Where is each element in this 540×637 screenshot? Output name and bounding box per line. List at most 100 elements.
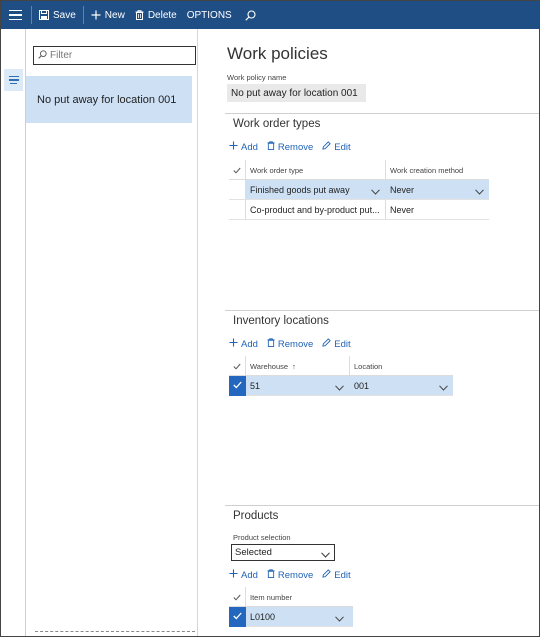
grid-header: Warehouse ↑ Location — [229, 356, 453, 376]
product-selection-dropdown[interactable]: Selected — [231, 544, 335, 561]
hamburger-menu-icon[interactable] — [1, 1, 29, 29]
toolbar-divider — [82, 6, 84, 24]
add-label: Add — [241, 141, 258, 153]
table-row[interactable]: 51 001 — [229, 376, 453, 396]
pencil-icon — [322, 569, 332, 581]
warehouse-cell[interactable]: 51 — [246, 376, 350, 395]
add-button[interactable]: Add — [229, 569, 258, 581]
edit-label: Edit — [334, 338, 351, 350]
edit-button[interactable]: Edit — [322, 338, 351, 350]
chevron-down-icon — [321, 550, 330, 561]
options-label: OPTIONS — [186, 9, 232, 21]
options-button[interactable]: OPTIONS — [182, 1, 237, 29]
page-title: Work policies — [227, 44, 328, 63]
work-creation-method-cell[interactable]: Never — [386, 200, 489, 219]
column-header-warehouse[interactable]: Warehouse ↑ — [246, 356, 350, 376]
toolbar-divider — [31, 6, 32, 24]
section-title[interactable]: Inventory locations — [233, 315, 329, 327]
select-all-checkmark-icon[interactable] — [229, 160, 246, 180]
list-item[interactable]: No put away for location 001 — [26, 76, 192, 123]
save-icon — [39, 10, 49, 20]
location-cell[interactable]: 001 — [350, 376, 453, 395]
warehouse-value: 51 — [250, 380, 261, 391]
chevron-down-icon[interactable] — [475, 187, 484, 197]
chevron-down-icon[interactable] — [335, 614, 344, 624]
pencil-icon — [322, 338, 332, 350]
item-number-cell[interactable]: L0100 — [246, 607, 349, 626]
plus-icon — [229, 338, 238, 350]
save-label: Save — [53, 9, 76, 21]
item-number-value: L0100 — [250, 611, 276, 622]
product-selection-label: Product selection — [233, 533, 291, 542]
add-label: Add — [241, 569, 258, 581]
work-order-type-cell[interactable]: Co-product and by-product put... — [246, 200, 386, 219]
section-title[interactable]: Products — [233, 510, 278, 522]
filter-placeholder: Filter — [50, 50, 73, 61]
trash-icon — [267, 141, 275, 153]
warehouse-header-label: Warehouse — [250, 361, 289, 371]
table-row[interactable]: Finished goods put away Never — [229, 180, 489, 200]
record-list-pane: Filter No put away for location 001 — [26, 29, 198, 636]
column-header-item-number[interactable]: Item number — [246, 587, 349, 607]
column-header-work-creation-method[interactable]: Work creation method — [386, 160, 489, 180]
products-section: Products Product selection Selected Add … — [225, 505, 539, 636]
delete-label: Delete — [147, 9, 177, 21]
select-all-checkmark-icon[interactable] — [229, 587, 246, 607]
inventory-locations-grid: Warehouse ↑ Location 51 001 — [229, 356, 453, 396]
search-icon — [245, 9, 256, 21]
work-order-type-value: Finished goods put away — [250, 184, 350, 195]
navigation-strip — [1, 29, 26, 636]
section-title[interactable]: Work order types — [233, 118, 320, 130]
table-row[interactable]: L0100 — [229, 607, 353, 627]
remove-button[interactable]: Remove — [267, 141, 313, 153]
inventory-locations-actions: Add Remove Edit — [229, 338, 351, 350]
work-creation-method-value: Never — [390, 184, 415, 195]
work-creation-method-cell[interactable]: Never — [386, 180, 489, 199]
delete-button[interactable]: Delete — [130, 1, 182, 29]
edit-label: Edit — [334, 141, 351, 153]
bottom-divider — [35, 631, 195, 634]
sort-ascending-icon: ↑ — [292, 361, 296, 371]
row-selector[interactable] — [229, 180, 246, 199]
edit-label: Edit — [334, 569, 351, 581]
pencil-icon — [322, 141, 332, 153]
trash-icon — [135, 10, 144, 20]
add-button[interactable]: Add — [229, 141, 258, 153]
remove-label: Remove — [277, 141, 314, 153]
row-checkbox[interactable] — [229, 376, 246, 396]
products-grid: Item number L0100 — [229, 587, 353, 627]
add-label: Add — [241, 338, 258, 350]
row-selector[interactable] — [229, 200, 246, 219]
checkmark-icon — [233, 381, 242, 392]
edit-button[interactable]: Edit — [322, 569, 351, 581]
work-order-types-actions: Add Remove Edit — [229, 141, 351, 153]
select-all-checkmark-icon[interactable] — [229, 356, 246, 376]
products-actions: Add Remove Edit — [229, 569, 351, 581]
new-button[interactable]: New — [86, 1, 130, 29]
table-row[interactable]: Co-product and by-product put... Never — [229, 200, 489, 220]
add-button[interactable]: Add — [229, 338, 258, 350]
column-header-location[interactable]: Location — [350, 356, 453, 376]
column-header-work-order-type[interactable]: Work order type — [246, 160, 386, 180]
command-bar: Save New Delete OPTIONS — [1, 1, 539, 29]
remove-button[interactable]: Remove — [267, 338, 313, 350]
remove-button[interactable]: Remove — [267, 569, 313, 581]
search-icon — [38, 49, 47, 62]
search-button[interactable] — [237, 1, 264, 29]
chevron-down-icon[interactable] — [439, 383, 448, 393]
edit-button[interactable]: Edit — [322, 141, 351, 153]
work-order-type-cell[interactable]: Finished goods put away — [246, 180, 386, 199]
policy-name-field[interactable]: No put away for location 001 — [227, 84, 366, 102]
row-checkbox[interactable] — [229, 607, 246, 627]
app-window: Save New Delete OPTIONS Filter No put aw… — [0, 0, 540, 637]
save-button[interactable]: Save — [34, 1, 81, 29]
chevron-down-icon[interactable] — [371, 187, 380, 197]
inventory-locations-section: Inventory locations Add Remove Edit Ware… — [225, 310, 539, 506]
checkmark-icon — [233, 612, 242, 623]
list-item-label: No put away for location 001 — [37, 93, 177, 106]
remove-label: Remove — [277, 338, 314, 350]
list-view-icon[interactable] — [4, 69, 23, 91]
chevron-down-icon[interactable] — [335, 383, 344, 393]
filter-input[interactable]: Filter — [33, 46, 196, 65]
plus-icon — [91, 10, 101, 20]
